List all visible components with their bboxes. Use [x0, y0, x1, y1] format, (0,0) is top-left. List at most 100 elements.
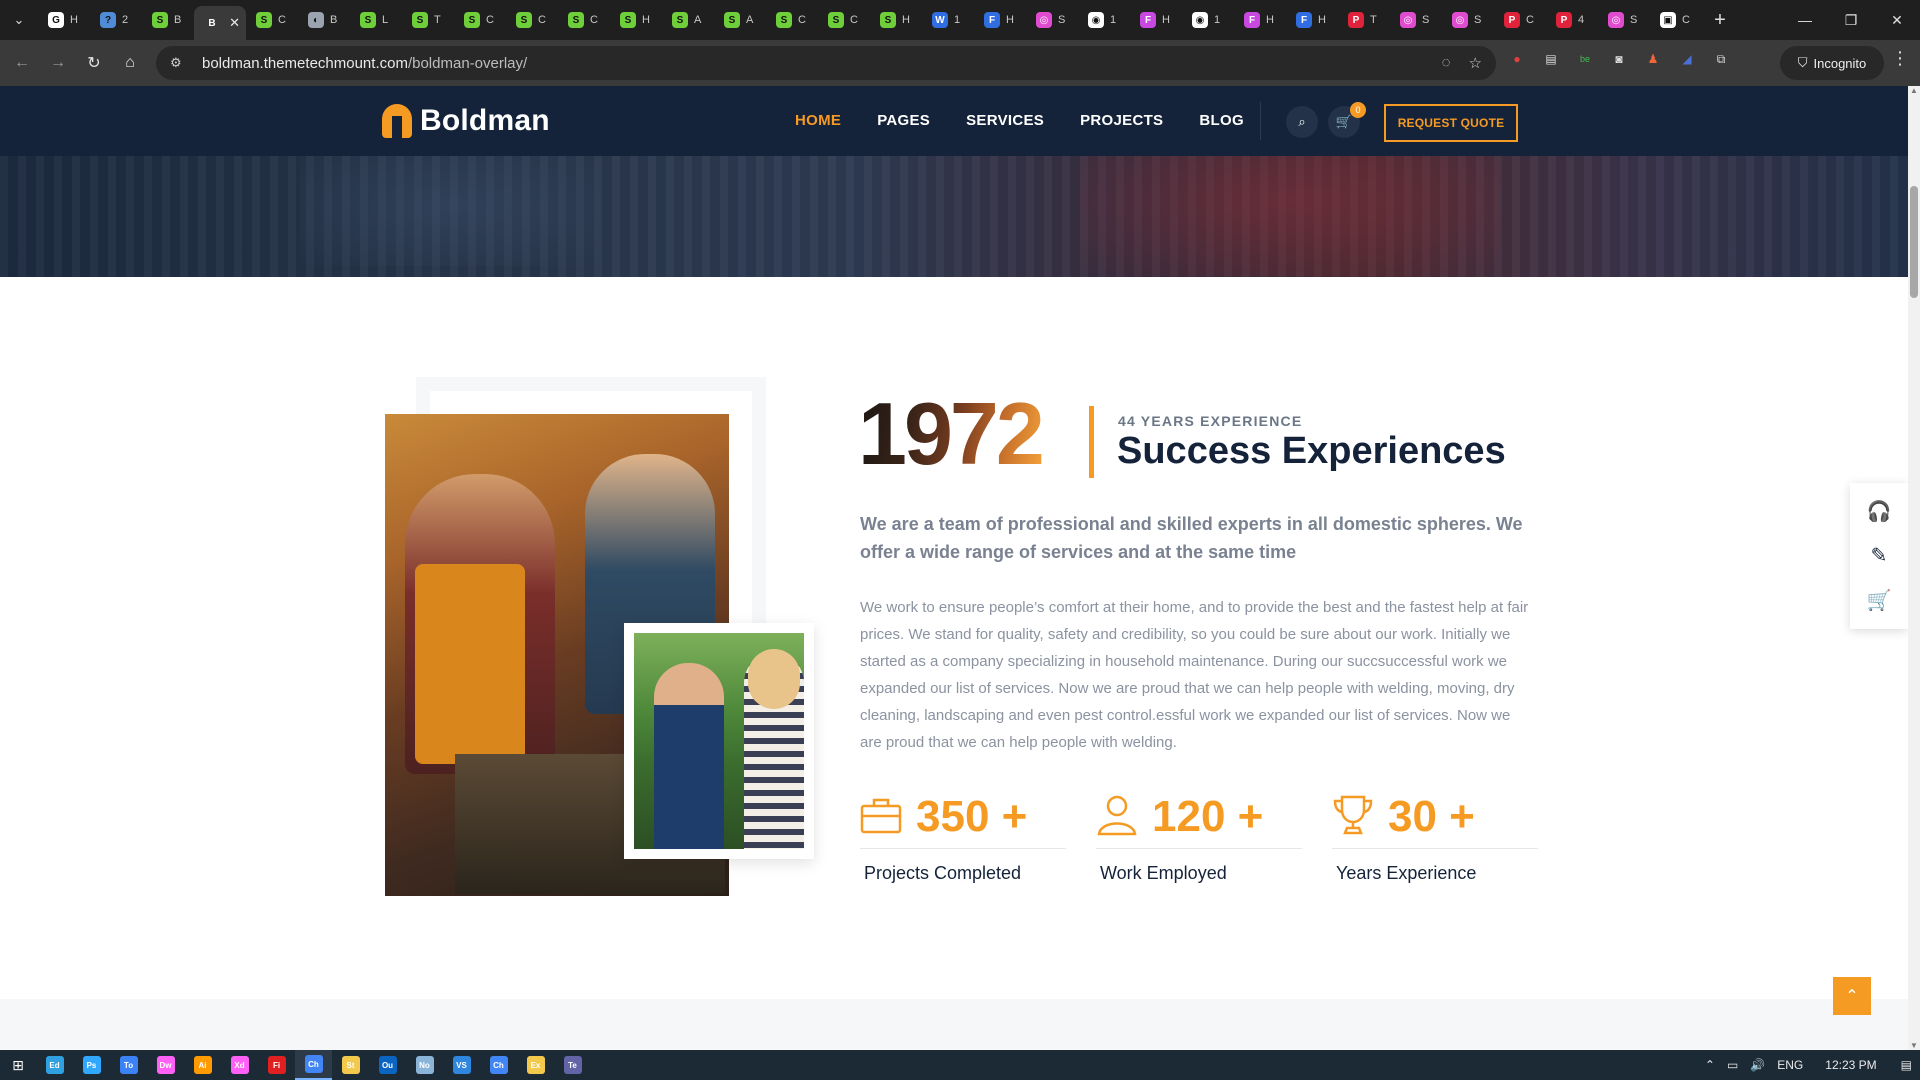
nav-item-pages[interactable]: PAGES: [877, 112, 930, 129]
tab-favicon-icon: S: [256, 12, 272, 28]
forward-button[interactable]: →: [40, 45, 76, 81]
extension-icon[interactable]: ♟: [1642, 48, 1664, 70]
browser-tab[interactable]: SC: [818, 5, 870, 35]
nav-item-services[interactable]: SERVICES: [966, 112, 1044, 129]
browser-tab[interactable]: SC: [454, 5, 506, 35]
browser-tab[interactable]: FH: [974, 5, 1026, 35]
notification-icon[interactable]: ▤: [1901, 1058, 1912, 1072]
browser-tab[interactable]: P4: [1546, 5, 1598, 35]
extension-icon[interactable]: be: [1574, 48, 1596, 70]
incognito-indicator[interactable]: ⛉ Incognito: [1780, 46, 1884, 80]
browser-menu-button[interactable]: ⋮: [1888, 48, 1912, 78]
home-button[interactable]: ⌂: [112, 45, 148, 81]
browser-tab[interactable]: W1: [922, 5, 974, 35]
taskbar-app-chrome[interactable]: Ch: [480, 1050, 517, 1080]
scroll-thumb[interactable]: [1910, 186, 1918, 298]
site-info-icon[interactable]: ⚙: [170, 55, 192, 71]
scroll-down-arrow[interactable]: ▼: [1908, 1041, 1920, 1050]
edit-icon[interactable]: ✎: [1871, 543, 1888, 568]
browser-tab[interactable]: SL: [350, 5, 402, 35]
close-tab-icon[interactable]: ✕: [229, 15, 240, 31]
taskbar-app-teams[interactable]: Te: [554, 1050, 591, 1080]
back-button[interactable]: ←: [4, 45, 40, 81]
browser-toolbar: ← → ↻ ⌂ ⚙ boldman.themetechmount.com/bol…: [0, 40, 1920, 86]
volume-icon[interactable]: 🔊: [1750, 1058, 1765, 1072]
browser-tab[interactable]: SC: [506, 5, 558, 35]
taskbar-app-explorer[interactable]: Ex: [517, 1050, 554, 1080]
tab-strip: G H? 2 S B B ✕ S C ◐ B S L S T S C S C S C S H S A S A S C S C S H W 1 F H ◎ S…: [38, 0, 1702, 40]
taskbar-app-xd[interactable]: Xd: [221, 1050, 258, 1080]
browser-tab[interactable]: SC: [766, 5, 818, 35]
tab-title: 2: [122, 14, 129, 26]
extension-icon[interactable]: ▤: [1540, 48, 1562, 70]
app-icon: Xd: [230, 1056, 249, 1074]
tab-favicon-icon: S: [412, 12, 428, 28]
browser-tab[interactable]: SA: [714, 5, 766, 35]
browser-tab[interactable]: PC: [1494, 5, 1546, 35]
scroll-up-arrow[interactable]: ▲: [1908, 86, 1920, 95]
nav-item-home[interactable]: HOME: [795, 112, 841, 129]
restore-button[interactable]: ❐: [1828, 0, 1874, 40]
extension-icon[interactable]: ◢: [1676, 48, 1698, 70]
browser-tab[interactable]: SC: [558, 5, 610, 35]
site-logo[interactable]: Boldman: [382, 104, 550, 138]
nav-item-projects[interactable]: PROJECTS: [1080, 112, 1163, 129]
browser-tab[interactable]: FH: [1234, 5, 1286, 35]
taskbar-app-todo[interactable]: To: [110, 1050, 147, 1080]
taskbar-app-chrome[interactable]: Ch: [295, 1050, 332, 1080]
browser-tab[interactable]: ◐ B: [298, 5, 350, 35]
language-indicator[interactable]: ENG: [1777, 1058, 1803, 1072]
extension-icon[interactable]: ●: [1506, 48, 1528, 70]
chevron-up-icon[interactable]: ⌃: [1705, 1058, 1715, 1072]
page-scrollbar[interactable]: ▲ ▼: [1908, 86, 1920, 1050]
browser-tab[interactable]: ▣ C: [1650, 5, 1702, 35]
web-page: Boldman HOME PAGES SERVICES PROJECTS BLOG ⌕ …: [0, 86, 1908, 1050]
bookmark-star-icon[interactable]: ☆: [1469, 54, 1482, 72]
taskbar-app-outlook[interactable]: Ou: [369, 1050, 406, 1080]
browser-tab[interactable]: SC: [246, 5, 298, 35]
browser-tab[interactable]: SA: [662, 5, 714, 35]
puzzle-icon[interactable]: ⧉: [1710, 48, 1732, 70]
nav-item-blog[interactable]: BLOG: [1199, 112, 1244, 129]
taskbar-app-notepad[interactable]: No: [406, 1050, 443, 1080]
taskbar-app-filezilla[interactable]: Fi: [258, 1050, 295, 1080]
camera-icon[interactable]: ◙: [1608, 48, 1630, 70]
reload-button[interactable]: ↻: [76, 45, 112, 81]
close-window-button[interactable]: ✕: [1874, 0, 1920, 40]
browser-tab[interactable]: GH: [38, 5, 90, 35]
browser-tab[interactable]: ◎ S: [1026, 5, 1078, 35]
browser-tab[interactable]: ◉ 1: [1078, 5, 1130, 35]
taskbar-app-ps[interactable]: Ps: [73, 1050, 110, 1080]
browser-tab[interactable]: ◎ S: [1598, 5, 1650, 35]
network-icon[interactable]: ▭: [1727, 1058, 1738, 1072]
minimize-button[interactable]: —: [1782, 0, 1828, 40]
taskbar-app-ai[interactable]: Ai: [184, 1050, 221, 1080]
browser-tab[interactable]: B ✕: [194, 6, 246, 40]
eye-off-icon[interactable]: ◌: [1442, 54, 1451, 72]
browser-tab[interactable]: SH: [610, 5, 662, 35]
browser-tab[interactable]: FH: [1286, 5, 1338, 35]
browser-tab[interactable]: ◉ 1: [1182, 5, 1234, 35]
browser-tab[interactable]: ◎ S: [1442, 5, 1494, 35]
browser-tab[interactable]: ST: [402, 5, 454, 35]
headset-icon[interactable]: 🎧: [1867, 499, 1892, 524]
clock[interactable]: 12:23 PM: [1825, 1058, 1876, 1072]
browser-tab[interactable]: SH: [870, 5, 922, 35]
browser-tab[interactable]: ◎ S: [1390, 5, 1442, 35]
address-bar[interactable]: ⚙ boldman.themetechmount.com/boldman-ove…: [156, 46, 1496, 80]
browser-tab[interactable]: SB: [142, 5, 194, 35]
cart-icon[interactable]: 🛒: [1867, 588, 1892, 613]
start-button[interactable]: ⊞: [0, 1050, 36, 1080]
taskbar-app-sticky[interactable]: St: [332, 1050, 369, 1080]
tab-search-dropdown[interactable]: ⌄: [0, 0, 38, 40]
request-quote-button[interactable]: REQUEST QUOTE: [1384, 104, 1518, 142]
new-tab-button[interactable]: +: [1702, 0, 1738, 40]
browser-tab[interactable]: ? 2: [90, 5, 142, 35]
browser-tab[interactable]: PT: [1338, 5, 1390, 35]
browser-tab[interactable]: FH: [1130, 5, 1182, 35]
taskbar-app-vs-code[interactable]: VS: [443, 1050, 480, 1080]
back-to-top-button[interactable]: ⌃: [1833, 977, 1871, 1015]
taskbar-app-edge[interactable]: Ed: [36, 1050, 73, 1080]
search-button[interactable]: ⌕: [1286, 106, 1318, 138]
taskbar-app-dw[interactable]: Dw: [147, 1050, 184, 1080]
